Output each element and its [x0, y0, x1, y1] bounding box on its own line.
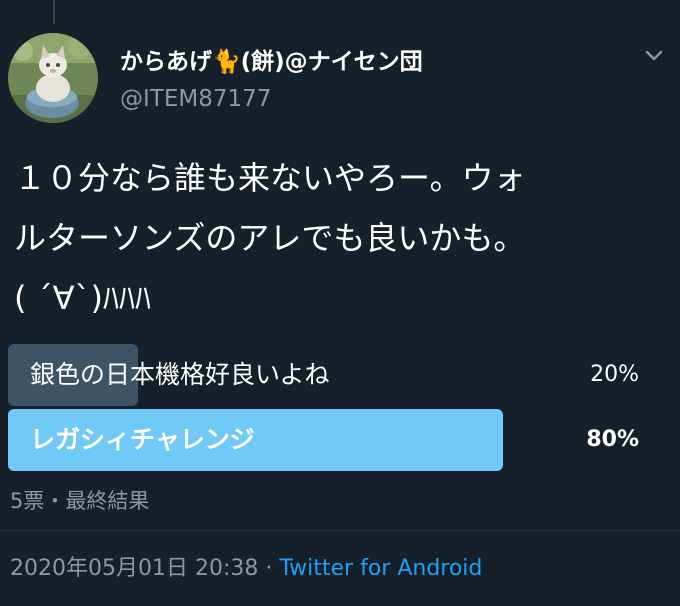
author-handle[interactable]: @ITEM87177 [120, 86, 271, 112]
tweet-text-line: ( ´∀`)ﾊﾊﾊ [14, 279, 152, 317]
tweet-source-link[interactable]: Twitter for Android [279, 556, 482, 581]
poll-option-2: レガシィチャレンジ 80% [8, 409, 653, 471]
poll-option-percent: 20% [590, 362, 639, 387]
thread-connector-line [53, 0, 55, 24]
poll-option-percent: 80% [586, 427, 639, 452]
tweet-text: １０分なら誰も来ないやろー。ウォ ルターソンズのアレでも良いかも。 ( ´∀`)… [14, 148, 664, 328]
tweet-timestamp[interactable]: 2020年05月01日 20:38 · [10, 556, 279, 581]
chevron-down-icon[interactable] [643, 48, 665, 64]
poll-option-label: レガシィチャレンジ [30, 425, 255, 454]
tweet-timestamp-row: 2020年05月01日 20:38 · Twitter for Android [10, 550, 482, 582]
tweet-text-line: １０分なら誰も来ないやろー。ウォ [14, 159, 526, 197]
author-display-name[interactable]: からあげ🐈(餅)@ナイセン団 [120, 42, 423, 76]
author-avatar[interactable] [8, 33, 98, 123]
poll-option-label: 銀色の日本機格好良いよね [30, 360, 330, 389]
tweet-text-line: ルターソンズのアレでも良いかも。 [14, 219, 526, 257]
cat-avatar-photo [8, 33, 98, 123]
poll-option-1: 銀色の日本機格好良いよね 20% [8, 344, 653, 406]
divider [0, 530, 680, 531]
poll-vote-summary: 5票・最終結果 [10, 489, 150, 513]
